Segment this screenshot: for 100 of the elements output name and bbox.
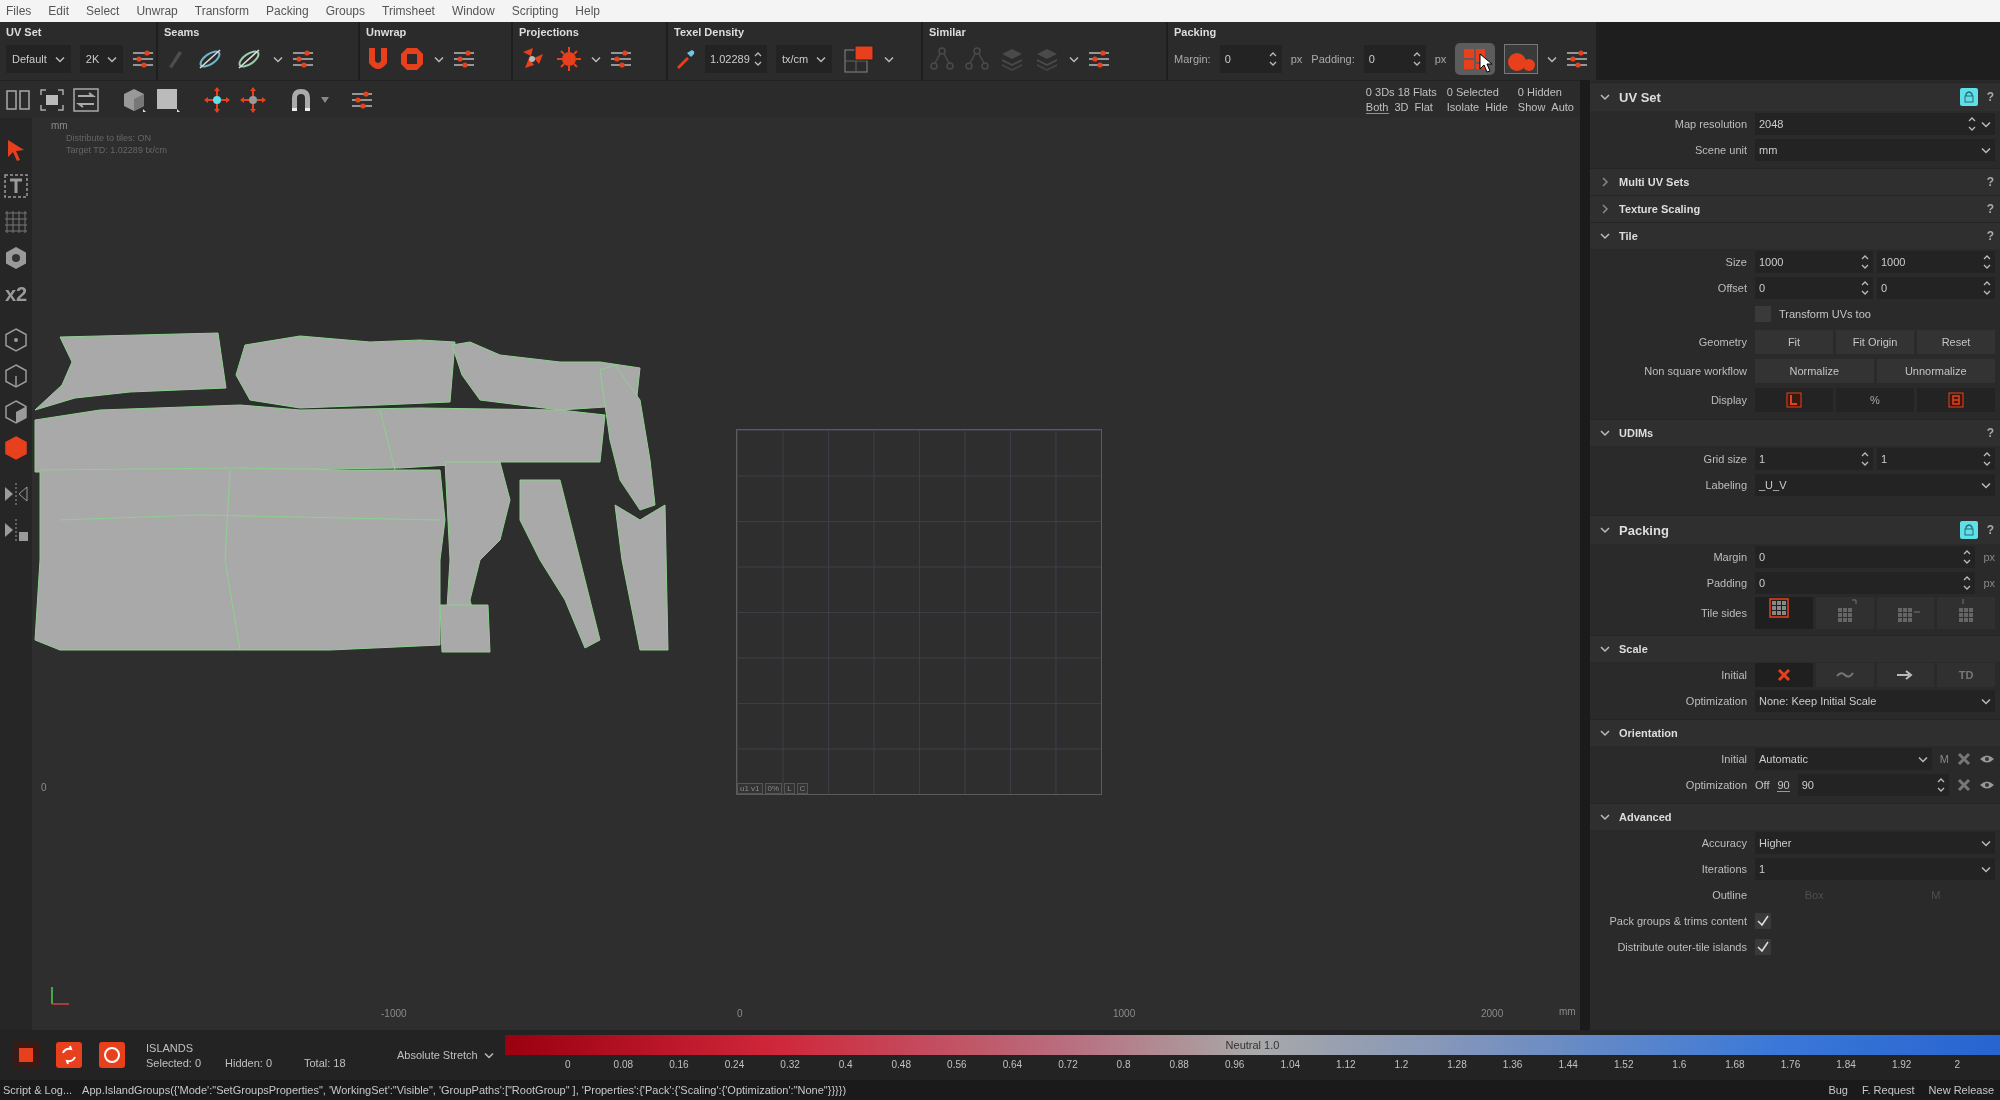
- menu-item[interactable]: Unwrap: [136, 4, 178, 18]
- chevron-icon[interactable]: [1600, 525, 1610, 535]
- dropdown[interactable]: _U_V: [1755, 474, 1995, 496]
- view-action[interactable]: Auto: [1551, 100, 1574, 114]
- option-button[interactable]: %: [1836, 387, 1914, 412]
- number-field[interactable]: 90: [1797, 774, 1949, 796]
- number-field[interactable]: 1000: [1877, 251, 1995, 273]
- help-button[interactable]: ?: [1986, 202, 1994, 216]
- caret-icon[interactable]: [483, 1051, 494, 1059]
- help-button[interactable]: ?: [1986, 90, 1994, 104]
- view-action[interactable]: Show: [1517, 100, 1546, 114]
- stepper-icon[interactable]: [1983, 280, 1991, 296]
- pack-circles-icon[interactable]: [1504, 44, 1539, 74]
- square-icon[interactable]: [155, 86, 181, 113]
- section-title[interactable]: UDIMs: [1619, 427, 1654, 439]
- section-title[interactable]: Multi UV Sets: [1619, 176, 1690, 188]
- hexagon-line-icon[interactable]: [2, 362, 30, 390]
- caret-icon[interactable]: [321, 96, 329, 103]
- number-field[interactable]: 0: [1755, 277, 1873, 299]
- chevron-icon[interactable]: [1600, 728, 1610, 738]
- toggle-button[interactable]: M: [1939, 753, 1949, 765]
- chevron-icon[interactable]: [1600, 92, 1610, 102]
- sliders-icon[interactable]: [351, 89, 373, 110]
- menu-item[interactable]: Trimsheet: [382, 4, 435, 18]
- lock-icon[interactable]: [1959, 521, 1978, 539]
- stepper-icon[interactable]: [1937, 777, 1945, 793]
- frame-view-icon[interactable]: [39, 87, 65, 112]
- split-view-icon[interactable]: [5, 87, 31, 112]
- panel-button[interactable]: Unnormalize: [1876, 358, 1995, 383]
- stepper-icon[interactable]: [1861, 451, 1869, 467]
- dropdown[interactable]: Default: [6, 45, 71, 73]
- help-button[interactable]: ?: [1986, 175, 1994, 189]
- menu-item[interactable]: Window: [451, 4, 495, 18]
- stepper-icon[interactable]: [1983, 254, 1991, 270]
- move-gizmo-icon[interactable]: [203, 85, 231, 114]
- chevron-icon[interactable]: [1600, 204, 1610, 214]
- sliders-icon[interactable]: [132, 49, 155, 69]
- step-value[interactable]: 90: [1777, 778, 1790, 792]
- move-gizmo-icon[interactable]: [239, 85, 267, 114]
- menu-item[interactable]: Transform: [194, 4, 249, 18]
- caret-icon[interactable]: [884, 55, 895, 63]
- panel-button[interactable]: Fit Origin: [1836, 329, 1914, 354]
- number-field[interactable]: 1.02289: [705, 45, 767, 73]
- menu-item[interactable]: Scripting: [511, 4, 559, 18]
- checkbox[interactable]: [1755, 939, 1771, 955]
- section-title[interactable]: Tile: [1619, 230, 1638, 242]
- section-title[interactable]: Advanced: [1619, 811, 1672, 823]
- stepper-icon[interactable]: [1983, 451, 1991, 467]
- number-field[interactable]: 0: [1219, 45, 1282, 73]
- swap-icon[interactable]: [73, 87, 99, 112]
- caret-icon[interactable]: [816, 55, 827, 63]
- mirror-icon[interactable]: [2, 480, 30, 508]
- section-title[interactable]: Texture Scaling: [1619, 203, 1701, 215]
- menu-item[interactable]: Groups: [325, 4, 366, 18]
- tool-button[interactable]: x2: [4, 280, 28, 308]
- section-title[interactable]: Orientation: [1619, 727, 1678, 739]
- chevron-icon[interactable]: [1600, 177, 1610, 187]
- number-field[interactable]: 0: [1877, 277, 1995, 299]
- grid-icon[interactable]: [2, 208, 30, 236]
- menu-item[interactable]: Files: [6, 4, 32, 18]
- stepper-icon[interactable]: [1861, 280, 1869, 296]
- sliders-icon[interactable]: [292, 49, 314, 69]
- dropdown[interactable]: 2K: [79, 45, 124, 73]
- number-field[interactable]: 0: [1755, 572, 1976, 594]
- caret-icon[interactable]: [1981, 481, 1991, 489]
- chevron-icon[interactable]: [1600, 644, 1610, 654]
- caret-icon[interactable]: [1981, 839, 1991, 847]
- eye-icon[interactable]: [1979, 780, 1995, 790]
- number-field[interactable]: 0: [1363, 45, 1426, 73]
- magnet-icon[interactable]: [289, 86, 313, 113]
- stepper-icon[interactable]: [1963, 549, 1972, 565]
- link[interactable]: New Release: [1928, 1084, 1994, 1096]
- chevron-icon[interactable]: [1600, 812, 1610, 822]
- help-button[interactable]: ?: [1986, 426, 1994, 440]
- caret-icon[interactable]: [1981, 697, 1991, 705]
- number-field[interactable]: 2048: [1755, 113, 1995, 135]
- caret-icon[interactable]: [1069, 55, 1079, 63]
- help-button[interactable]: ?: [1986, 229, 1994, 243]
- stepper-icon[interactable]: [754, 51, 762, 67]
- dropdown[interactable]: Absolute Stretch: [397, 1049, 505, 1061]
- view-mode-tab[interactable]: Both: [1365, 100, 1389, 114]
- view-mode-tab[interactable]: 3D: [1394, 100, 1409, 114]
- stepper-icon[interactable]: [1861, 254, 1869, 270]
- stop-icon[interactable]: [13, 1042, 39, 1068]
- caret-icon[interactable]: [434, 55, 444, 63]
- cross-icon[interactable]: [1776, 668, 1791, 682]
- chevron-icon[interactable]: [1600, 428, 1610, 438]
- dropdown[interactable]: Higher: [1755, 832, 1995, 854]
- cube-icon[interactable]: [121, 86, 147, 113]
- dropdown[interactable]: None: Keep Initial Scale: [1755, 690, 1995, 712]
- menu-item[interactable]: Help: [575, 4, 600, 18]
- view-mode-tab[interactable]: Flat: [1414, 100, 1433, 114]
- panel-button[interactable]: Reset: [1917, 329, 1995, 354]
- caret-icon[interactable]: [273, 55, 283, 63]
- option-button[interactable]: [1876, 663, 1935, 687]
- mirror-grid-icon[interactable]: [2, 516, 30, 544]
- sliders-icon[interactable]: [453, 49, 475, 69]
- cross-icon[interactable]: [1957, 752, 1971, 766]
- caret-icon[interactable]: [107, 55, 118, 63]
- refresh-icon[interactable]: [56, 1042, 82, 1068]
